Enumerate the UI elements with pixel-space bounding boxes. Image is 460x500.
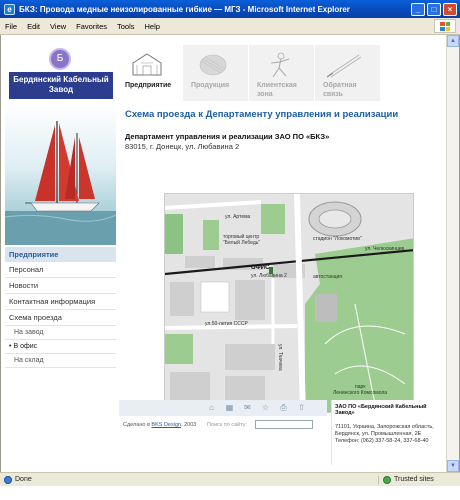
pen-sketch-icon: [326, 54, 362, 78]
main-content: Схема проезда к Департаменту управления …: [125, 109, 443, 151]
footer-address-1: 71101, Украина, Запорожская область,: [335, 424, 434, 430]
cable-coil-icon: [199, 54, 227, 76]
map-drawing: [165, 194, 413, 412]
sidebar-item-news[interactable]: Новости: [5, 278, 116, 294]
map-label-vertical-street: ул. Ткачева: [277, 344, 283, 371]
home-icon[interactable]: ⌂: [207, 404, 216, 412]
sidebar-sub-office[interactable]: В офис: [5, 340, 116, 354]
tab-client-zone[interactable]: Клиентская зона: [248, 45, 314, 101]
maximize-button[interactable]: □: [427, 2, 441, 16]
tab-client-zone-label: Клиентская зона: [257, 82, 297, 98]
logo-line2: Завод: [48, 85, 74, 94]
minimize-button[interactable]: _: [411, 2, 425, 16]
footer-company: ЗАО ПО «Бердянский Кабельный Завод»: [335, 404, 427, 416]
sidebar-item-directions[interactable]: Схема проезда: [5, 310, 116, 326]
footer-contacts: ЗАО ПО «Бердянский Кабельный Завод» 7110…: [331, 400, 445, 465]
menu-view[interactable]: View: [45, 22, 71, 31]
credit-year: , 2003: [181, 422, 197, 428]
top-navigation: Предприятие Продукция Клиентская зона Об…: [116, 45, 446, 101]
page-icon: [4, 475, 12, 484]
map-label-office: ОФИС: [251, 265, 270, 271]
menu-tools[interactable]: Tools: [112, 22, 140, 31]
sidebar-item-contacts[interactable]: Контактная информация: [5, 294, 116, 310]
footer-address-2: Бердянск, ул. Промышленная, 2Е: [335, 431, 422, 437]
sidebar-head[interactable]: Предприятие: [5, 247, 116, 262]
footer-left: Сделано в BKS Design, 2003 Поиск по сайт…: [119, 418, 327, 465]
directions-map: ул. Артема торговый центр "Белый Лебедь"…: [164, 193, 414, 413]
favorite-icon[interactable]: ☆: [261, 404, 270, 412]
tab-feedback-label: Обратная связь: [323, 82, 357, 98]
map-label-chelyuskin: ул. Челюскинцев: [365, 246, 405, 252]
sailboat-photo: [5, 103, 116, 245]
window-titlebar: e БКЗ: Провода медные неизолированные ги…: [0, 0, 460, 18]
map-label-ussr-street: ул.50-летия СССР: [205, 321, 248, 327]
window-title: БКЗ: Провода медные неизолированные гибк…: [19, 4, 350, 14]
browser-viewport: Б Бердянский Кабельный Завод Предприятие: [0, 35, 460, 472]
logo-text: Бердянский Кабельный Завод: [9, 72, 113, 99]
ie-app-icon: e: [4, 3, 15, 15]
map-label-stadium: стадион "Локомотив": [313, 236, 362, 242]
tab-feedback[interactable]: Обратная связь: [314, 45, 380, 101]
sitemap-icon[interactable]: ▦: [225, 404, 234, 412]
print-icon[interactable]: ⎙: [279, 404, 288, 412]
footer-phone: Телефон: (062) 337-58-24, 337-68-40: [335, 438, 429, 444]
site-search-input[interactable]: [255, 420, 313, 429]
trusted-zone-icon: [383, 475, 391, 484]
zone-text: Trusted sites: [394, 476, 434, 483]
map-label-artema: ул. Артема: [225, 214, 251, 220]
map-label-mall-name: "Белый Лебедь": [223, 240, 261, 246]
website: Б Бердянский Кабельный Завод Предприятие: [5, 45, 446, 465]
logo-emblem-icon: Б: [49, 48, 71, 70]
page-bottom: [0, 486, 460, 500]
mail-icon[interactable]: ✉: [243, 404, 252, 412]
search-label: Поиск по сайту:: [207, 422, 248, 428]
page-title: Схема проезда к Департаменту управления …: [125, 109, 399, 120]
map-label-autostation: автостанция: [313, 274, 342, 280]
sidebar: Предприятие Персонал Новости Контактная …: [5, 247, 116, 368]
close-button[interactable]: ×: [443, 2, 457, 16]
menu-bar: File Edit View Favorites Tools Help: [0, 18, 460, 35]
figure-sketch-icon: [270, 52, 290, 78]
credit-text: Сделано в BKS Design, 2003: [123, 422, 196, 428]
footer-toolbar: ⌂ ▦ ✉ ☆ ⎙ ⇧: [119, 400, 327, 416]
company-logo[interactable]: Б Бердянский Кабельный Завод: [5, 45, 116, 101]
menu-help[interactable]: Help: [140, 22, 165, 31]
up-icon[interactable]: ⇧: [297, 404, 306, 412]
tab-products-label: Продукция: [191, 82, 230, 89]
credit-link[interactable]: BKS Design: [151, 422, 181, 428]
menu-file[interactable]: File: [0, 22, 22, 31]
credit-prefix: Сделано в: [123, 422, 150, 428]
vertical-scrollbar[interactable]: ▲ ▼: [446, 35, 459, 472]
house-sketch-icon: [132, 53, 162, 76]
sidebar-sub-factory[interactable]: На завод: [5, 326, 116, 340]
windows-logo-icon: [434, 19, 456, 33]
org-address: 83015, г. Донецк, ул. Любавина 2: [125, 142, 240, 151]
map-label-park-name: Ленинского Комсомола: [333, 390, 388, 396]
menu-favorites[interactable]: Favorites: [71, 22, 112, 31]
map-label-office-address: ул. Любавина 2: [251, 273, 287, 279]
org-name: Департамент управления и реализации ЗАО …: [125, 132, 330, 141]
scroll-up-icon[interactable]: ▲: [447, 35, 459, 47]
menu-edit[interactable]: Edit: [22, 22, 45, 31]
status-bar: Done Trusted sites: [0, 472, 460, 486]
tab-enterprise[interactable]: Предприятие: [116, 45, 182, 101]
status-text: Done: [15, 476, 32, 483]
sidebar-sub-warehouse[interactable]: На склад: [5, 354, 116, 368]
sidebar-item-personnel[interactable]: Персонал: [5, 262, 116, 278]
status-done: Done: [0, 475, 378, 484]
tab-products[interactable]: Продукция: [182, 45, 248, 101]
tab-enterprise-label: Предприятие: [125, 82, 172, 89]
security-zone[interactable]: Trusted sites: [378, 475, 460, 484]
logo-line1: Бердянский Кабельный: [13, 75, 109, 84]
scroll-down-icon[interactable]: ▼: [447, 460, 459, 472]
